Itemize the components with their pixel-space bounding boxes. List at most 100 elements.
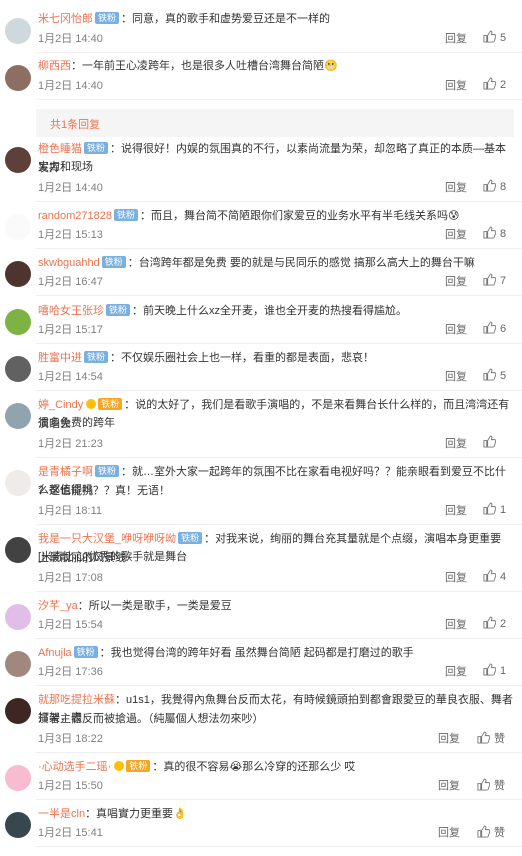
username-link[interactable]: Afnujla xyxy=(38,647,72,659)
comment-text: 一半是cln：真唱實力更重要👌 xyxy=(38,805,514,823)
like-button[interactable]: 6 xyxy=(483,321,506,335)
comment-text: 胜富中进 铁粉 ：不仅娱乐圈社会上也一样，看重的都是表面，悲哀！ xyxy=(38,349,514,367)
thumbs-up-icon xyxy=(483,368,497,381)
username-link[interactable]: 就那吃提拉米蘇 xyxy=(38,694,115,706)
divider xyxy=(36,52,522,53)
timestamp: 1月2日 21:23 xyxy=(38,438,103,450)
thumbs-up-icon xyxy=(483,30,497,43)
fan-badge: 铁粉 xyxy=(95,465,120,477)
like-button[interactable]: 7 xyxy=(483,273,506,287)
comment-body: ：一年前王心凌跨年，也是很多人吐槽台湾舞台简陋😬 xyxy=(71,60,338,72)
reply-button[interactable]: 回复 xyxy=(445,179,467,195)
divider xyxy=(36,248,522,249)
like-button[interactable]: 赞 xyxy=(477,730,505,746)
avatar[interactable] xyxy=(5,765,31,791)
timestamp: 1月2日 15:13 xyxy=(38,229,103,241)
comment-text: ？这也能挑？？真！无语！ xyxy=(38,482,514,500)
divider xyxy=(36,799,522,800)
username-link[interactable]: 我是一只大汉堡_咿呀咿呀呦 xyxy=(38,533,176,545)
like-count: 1 xyxy=(500,504,507,516)
like-button[interactable]: 8 xyxy=(483,179,506,193)
fan-badge: 铁粉 xyxy=(95,12,120,24)
avatar[interactable] xyxy=(5,261,31,287)
timestamp: 1月2日 15:50 xyxy=(38,780,103,792)
divider xyxy=(36,685,522,686)
reply-button[interactable]: 回复 xyxy=(445,569,467,585)
reply-button[interactable]: 回复 xyxy=(445,226,467,242)
like-button[interactable]: 8 xyxy=(483,226,506,240)
like-button[interactable]: 5 xyxy=(483,368,506,382)
username-link[interactable]: ·心动选手二瑶· xyxy=(38,761,111,773)
timestamp: 1月3日 18:22 xyxy=(38,733,103,745)
reply-button[interactable]: 回复 xyxy=(445,77,467,93)
reply-button[interactable]: 回复 xyxy=(445,502,467,518)
avatar[interactable] xyxy=(5,356,31,382)
username-link[interactable]: 嘻哈女王张珍 xyxy=(38,305,104,317)
like-button[interactable]: 2 xyxy=(483,77,506,91)
like-button[interactable]: 赞 xyxy=(477,824,505,840)
reply-button[interactable]: 回复 xyxy=(438,824,460,840)
like-count: 赞 xyxy=(494,780,505,792)
comment-body: ：所以一类是歌手，一类是爱豆 xyxy=(77,600,232,612)
thumbs-up-icon xyxy=(477,778,491,791)
reply-button[interactable]: 回复 xyxy=(445,435,467,451)
reply-button[interactable]: 回复 xyxy=(445,273,467,289)
like-count: 赞 xyxy=(494,827,505,839)
more-replies-link[interactable]: 共1条回复 xyxy=(50,116,100,132)
like-button[interactable] xyxy=(483,435,500,449)
timestamp: 1月2日 15:41 xyxy=(38,827,103,839)
verified-icon xyxy=(86,399,97,409)
reply-button[interactable]: 回复 xyxy=(445,30,467,46)
reply-button[interactable]: 回复 xyxy=(438,777,460,793)
avatar[interactable] xyxy=(5,604,31,630)
username-link[interactable]: skwbguahhd xyxy=(38,257,100,269)
like-count: 4 xyxy=(500,571,507,583)
avatar[interactable] xyxy=(5,470,31,496)
thumbs-up-icon xyxy=(483,435,497,448)
avatar[interactable] xyxy=(5,18,31,44)
timestamp: 1月2日 14:54 xyxy=(38,371,103,383)
like-count: 7 xyxy=(500,275,507,287)
avatar[interactable] xyxy=(5,65,31,91)
avatar[interactable] xyxy=(5,309,31,335)
like-button[interactable]: 2 xyxy=(483,616,506,630)
like-button[interactable]: 5 xyxy=(483,30,506,44)
timestamp: 1月2日 14:40 xyxy=(38,80,103,92)
avatar[interactable] xyxy=(5,537,31,563)
verified-icon xyxy=(114,761,125,771)
reply-button[interactable]: 回复 xyxy=(438,730,460,746)
comment-body: ：真的很不容易😭那么冷穿的还那么少 哎 xyxy=(152,761,356,773)
username-link[interactable]: 汐芊_ya xyxy=(38,600,78,612)
avatar[interactable] xyxy=(5,651,31,677)
avatar[interactable] xyxy=(5,698,31,724)
reply-button[interactable]: 回复 xyxy=(445,321,467,337)
like-button[interactable]: 赞 xyxy=(477,777,505,793)
username-link[interactable]: 是青橘子啊 xyxy=(38,466,93,478)
username-link[interactable]: 一半是cln xyxy=(38,808,85,820)
reply-button[interactable]: 回复 xyxy=(445,368,467,384)
timestamp: 1月2日 14:40 xyxy=(38,33,103,45)
comment-text: skwbguahhd 铁粉 ：台湾跨年都是免费 要的就是与民同乐的感觉 搞那么高大上… xyxy=(38,254,514,272)
like-count: 5 xyxy=(500,32,507,44)
username-link[interactable]: 柳西西 xyxy=(38,60,71,72)
divider xyxy=(36,638,522,639)
username-link[interactable]: random271828 xyxy=(38,210,112,222)
username-link[interactable]: 胜富中进 xyxy=(38,352,82,364)
avatar[interactable] xyxy=(5,214,31,240)
username-link[interactable]: 婷_Cindy xyxy=(38,399,83,411)
fan-badge: 铁粉 xyxy=(114,209,139,221)
like-button[interactable]: 1 xyxy=(483,663,506,677)
username-link[interactable]: 米七冈怡郎 xyxy=(38,13,93,25)
username-link[interactable]: 橙色睡猫 xyxy=(38,143,82,155)
reply-button[interactable]: 回复 xyxy=(445,663,467,679)
comment-body: 演者主體反而被搶過。（純屬個人想法勿來吵） xyxy=(38,713,264,725)
fan-badge: 铁粉 xyxy=(84,351,109,363)
avatar[interactable] xyxy=(5,147,31,173)
like-button[interactable]: 1 xyxy=(483,502,506,516)
thumbs-up-icon xyxy=(483,616,497,629)
avatar[interactable] xyxy=(5,403,31,429)
like-count: 2 xyxy=(500,79,507,91)
avatar[interactable] xyxy=(5,812,31,838)
like-button[interactable]: 4 xyxy=(483,569,506,583)
reply-button[interactable]: 回复 xyxy=(445,616,467,632)
